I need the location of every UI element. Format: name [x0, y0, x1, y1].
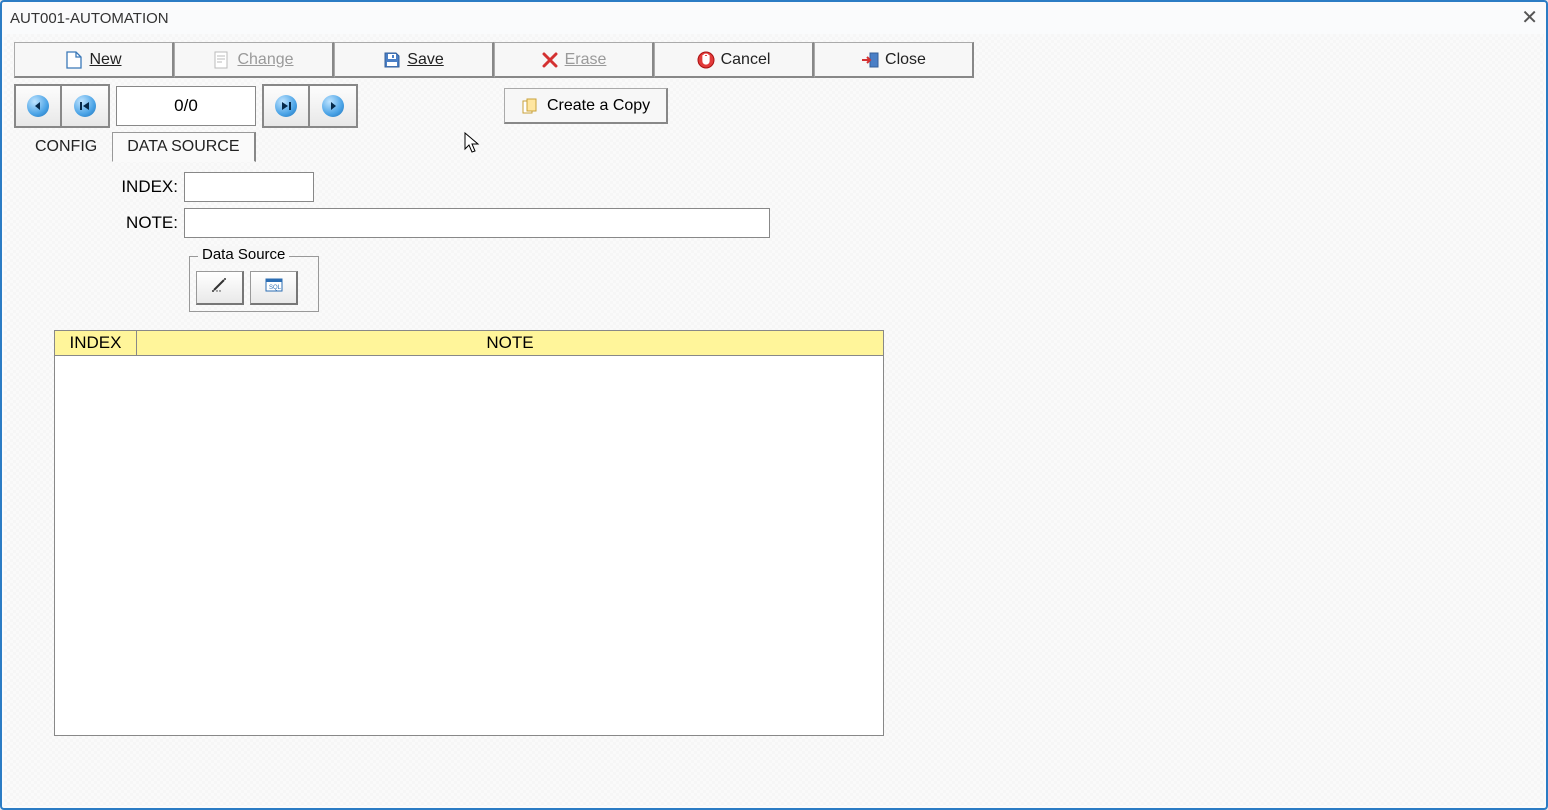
main-toolbar: New Change Save Erase	[14, 42, 1534, 78]
cancel-label: Cancel	[721, 51, 771, 69]
new-button[interactable]: New	[14, 42, 174, 78]
sql-window-icon: SQL	[265, 278, 283, 297]
wand-icon	[211, 277, 229, 298]
index-input[interactable]	[184, 172, 314, 202]
tab-config[interactable]: CONFIG	[20, 132, 112, 162]
data-source-groupbox: Data Source SQL	[189, 256, 319, 312]
change-button[interactable]: Change	[174, 42, 334, 78]
data-source-wizard-button[interactable]	[196, 271, 244, 305]
titlebar: AUT001-AUTOMATION ✕	[2, 2, 1546, 34]
stop-hand-icon	[697, 51, 715, 69]
erase-label: Erase	[565, 51, 607, 69]
arrow-last-icon	[275, 95, 297, 117]
save-button[interactable]: Save	[334, 42, 494, 78]
pager-value: 0/0	[174, 96, 198, 116]
new-label: New	[89, 51, 121, 69]
nav-prev-group	[14, 84, 110, 128]
content-area: New Change Save Erase	[4, 34, 1544, 806]
create-copy-button[interactable]: Create a Copy	[504, 88, 668, 124]
close-button[interactable]: Close	[814, 42, 974, 78]
tab-config-label: CONFIG	[35, 138, 97, 155]
note-input[interactable]	[184, 208, 770, 238]
note-row: NOTE:	[54, 208, 1534, 238]
index-label: INDEX:	[54, 177, 184, 197]
data-source-legend: Data Source	[198, 246, 289, 263]
save-disk-icon	[383, 51, 401, 69]
grid-col-index[interactable]: INDEX	[54, 330, 136, 356]
record-nav-row: 0/0 Create a Copy	[14, 84, 1534, 128]
grid-body[interactable]	[54, 356, 884, 736]
new-file-icon	[65, 51, 83, 69]
arrow-first-icon	[74, 95, 96, 117]
nav-last-button[interactable]	[264, 86, 310, 126]
note-label: NOTE:	[54, 213, 184, 233]
app-window: AUT001-AUTOMATION ✕ New Change S	[0, 0, 1548, 810]
record-pager: 0/0	[116, 86, 256, 126]
window-title: AUT001-AUTOMATION	[10, 10, 169, 27]
nav-next-button[interactable]	[310, 86, 356, 126]
document-edit-icon	[213, 51, 231, 69]
copy-doc-icon	[521, 97, 539, 115]
create-copy-label: Create a Copy	[547, 97, 650, 115]
change-label: Change	[237, 51, 293, 69]
tab-data-source[interactable]: DATA SOURCE	[112, 132, 255, 162]
grid-header: INDEX NOTE	[54, 330, 884, 356]
exit-door-icon	[861, 51, 879, 69]
data-source-sql-button[interactable]: SQL	[250, 271, 298, 305]
close-icon[interactable]: ✕	[1521, 8, 1538, 28]
nav-prev-button[interactable]	[16, 86, 62, 126]
nav-first-button[interactable]	[62, 86, 108, 126]
nav-next-group	[262, 84, 358, 128]
grid-col-note[interactable]: NOTE	[136, 330, 884, 356]
tab-strip: CONFIG DATA SOURCE	[20, 132, 1534, 162]
data-grid: INDEX NOTE	[54, 330, 884, 736]
cancel-button[interactable]: Cancel	[654, 42, 814, 78]
tab-data-source-label: DATA SOURCE	[127, 138, 239, 155]
svg-text:SQL: SQL	[269, 285, 282, 291]
index-row: INDEX:	[54, 172, 1534, 202]
close-label: Close	[885, 51, 926, 69]
erase-x-icon	[541, 51, 559, 69]
save-label: Save	[407, 51, 443, 69]
arrow-right-icon	[322, 95, 344, 117]
erase-button[interactable]: Erase	[494, 42, 654, 78]
arrow-left-icon	[27, 95, 49, 117]
